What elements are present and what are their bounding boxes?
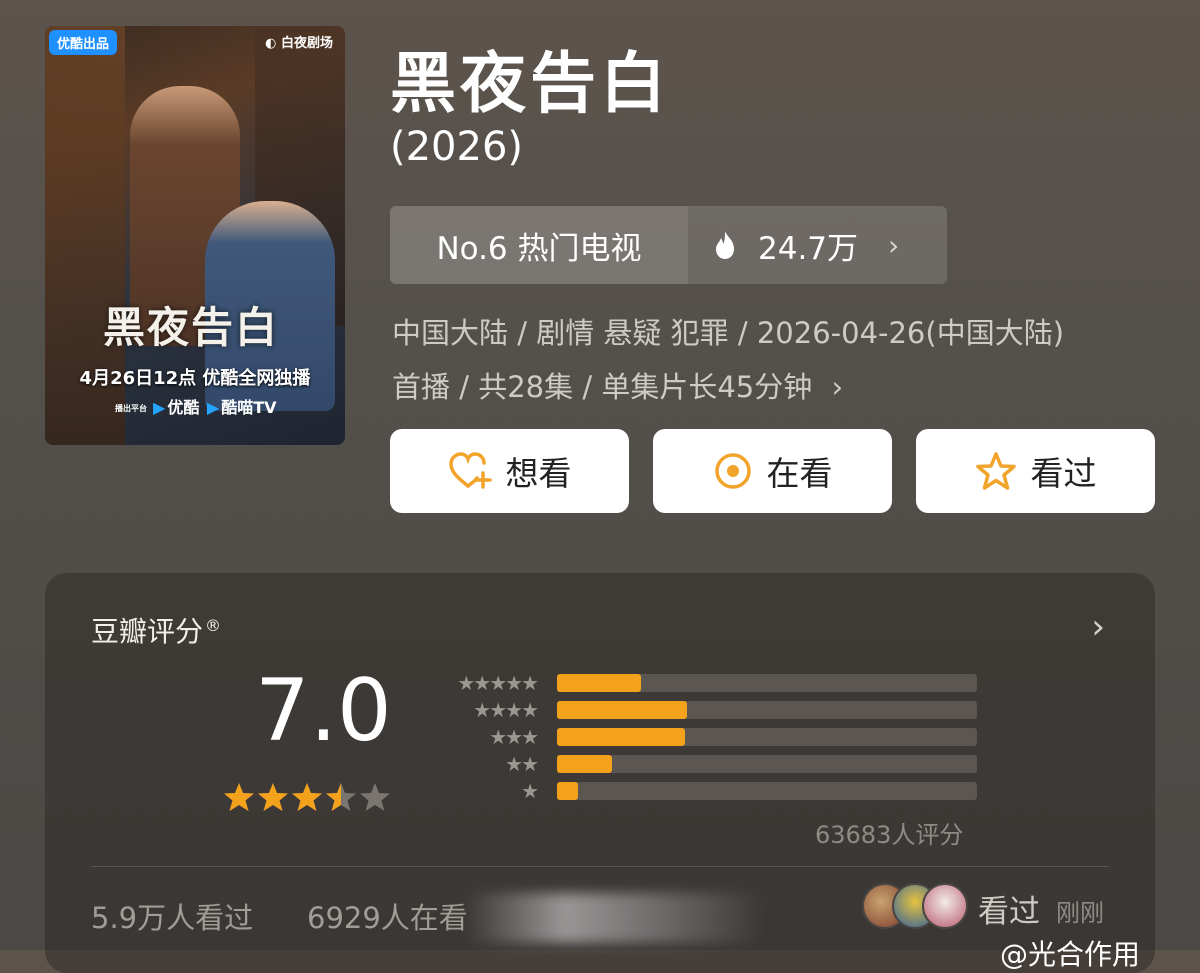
poster-platforms: 播出平台 ▶ 优酷 ▶ 酷喵TV	[115, 398, 277, 417]
bar-star-label: ★★	[505, 752, 539, 776]
rating-title: 豆瓣评分 ®	[91, 615, 222, 648]
rank-label: No.6 热门电视	[390, 206, 688, 284]
flame-icon	[716, 231, 734, 259]
rating-bar-5-star: ★★★★★	[435, 671, 995, 695]
rating-star-icon	[224, 783, 254, 811]
rank-chip[interactable]: No.6 热门电视 24.7万 ›	[390, 206, 947, 284]
bar-track	[557, 755, 977, 773]
watching-button[interactable]: 在看	[653, 429, 892, 513]
watched-button[interactable]: 看过	[916, 429, 1155, 513]
want-to-watch-button[interactable]: 想看	[390, 429, 629, 513]
rating-star-icon	[326, 783, 356, 811]
chevron-right-icon[interactable]: ›	[1091, 607, 1105, 647]
poster-producer-tag: 优酷出品	[49, 30, 118, 55]
friend-avatars[interactable]	[862, 883, 972, 929]
bar-track	[557, 728, 977, 746]
bar-fill	[557, 728, 686, 746]
poster-airdate: 4月26日12点 优酷全网独播	[79, 368, 311, 389]
release-year: (2026)	[390, 124, 524, 170]
page-title: 黑夜告白	[390, 45, 670, 122]
watching-label: 在看	[766, 454, 833, 493]
rating-count: 63683人评分	[815, 821, 964, 849]
bar-fill	[557, 701, 688, 719]
bar-star-label: ★★★	[489, 725, 539, 749]
heart-plus-icon	[448, 452, 492, 489]
poster-calligraphy-title: 黑夜告白	[103, 303, 280, 352]
poster-image[interactable]: 优酷出品 ◐ 白夜剧场 黑夜告白 4月26日12点 优酷全网独播 播出平台 ▶ 优酷…	[45, 26, 345, 445]
watermark: @光合作用	[1000, 938, 1141, 971]
chevron-right-icon: ›	[888, 228, 900, 262]
friends-time-label: 刚刚	[1056, 899, 1104, 927]
rating-star-icon	[258, 783, 288, 811]
meta-info-line2[interactable]: 首播 / 共28集 / 单集片长45分钟 ›	[392, 364, 843, 406]
bar-star-label: ★★★★★	[457, 671, 539, 695]
watched-count: 5.9万人看过	[91, 901, 254, 935]
rating-bar-4-star: ★★★★	[435, 698, 995, 722]
divider	[91, 866, 1109, 867]
rating-bar-3-star: ★★★	[435, 725, 995, 749]
friends-watched-label: 看过	[978, 894, 1040, 930]
bar-fill	[557, 782, 578, 800]
meta-info-line1: 中国大陆 / 剧情 悬疑 犯罪 / 2026-04-26(中国大陆)	[392, 316, 1065, 350]
poster-brand: ◐ 白夜剧场	[265, 36, 333, 51]
heat-area: 24.7万 ›	[688, 206, 947, 284]
heat-value: 24.7万	[758, 230, 859, 267]
rating-star-icon	[292, 783, 322, 811]
target-icon	[714, 453, 751, 489]
want-label: 想看	[505, 454, 572, 493]
avatar	[922, 883, 968, 929]
rating-score: 7.0	[255, 661, 392, 761]
bar-track	[557, 782, 977, 800]
score-stars	[223, 781, 391, 813]
blurred-region	[465, 893, 765, 943]
bar-star-label: ★	[521, 779, 539, 803]
chevron-right-icon: ›	[831, 370, 844, 404]
bar-track	[557, 701, 977, 719]
rating-bar-2-star: ★★	[435, 752, 995, 776]
rating-star-icon	[360, 783, 390, 811]
bar-track	[557, 674, 977, 692]
star-outline-icon	[975, 452, 1016, 490]
bar-star-label: ★★★★	[473, 698, 539, 722]
watching-count: 6929人在看	[307, 901, 468, 935]
bar-fill	[557, 755, 612, 773]
rating-card[interactable]: 豆瓣评分 ® › 7.0 ★★★★★ ★★★★ ★★★ ★★ ★ 63683人评分 5.9…	[45, 573, 1155, 973]
bar-fill	[557, 674, 641, 692]
watched-label: 看过	[1030, 454, 1097, 493]
rating-bar-1-star: ★	[435, 779, 995, 803]
